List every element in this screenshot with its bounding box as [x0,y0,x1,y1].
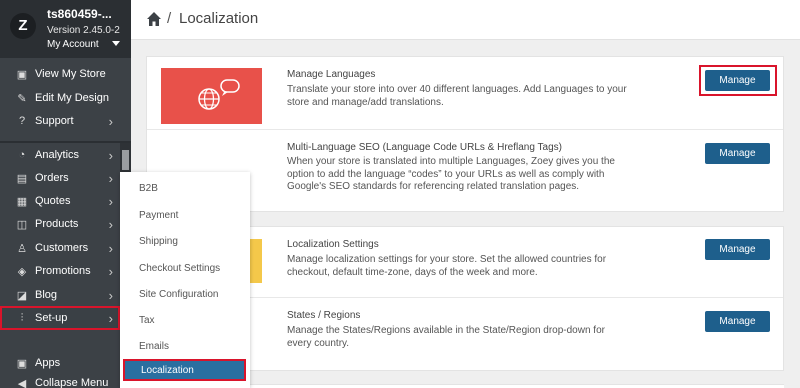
sidebar-item-label: Support [35,115,74,127]
sidebar-item-label: Orders [35,172,69,184]
top-header: / Localization [131,0,800,40]
breadcrumb-separator: / [167,10,172,27]
sidebar-item-apps[interactable]: ▣ Apps [0,352,120,374]
home-icon[interactable] [146,11,162,27]
orders-icon: ▤ [16,172,28,185]
submenu-item-site-configuration[interactable]: Site Configuration [139,289,219,300]
sidebar-item-orders[interactable]: ▤ Orders › [0,167,120,189]
submenu-item-label: Localization [141,365,194,376]
sidebar-item-setup[interactable]: ⫶ Set-up › [0,307,120,329]
store-icon: ▣ [16,68,28,81]
chevron-right-icon: › [108,148,113,163]
submenu-item-checkout-settings[interactable]: Checkout Settings [139,263,220,274]
sidebar-item-customers[interactable]: ♙ Customers › [0,237,120,259]
sidebar-item-collapse-menu[interactable]: ◀ Collapse Menu [0,372,120,388]
sidebar-item-label: Edit My Design [35,92,109,104]
chevron-right-icon: › [108,264,113,279]
sidebar-item-label: Promotions [35,265,91,277]
setup-submenu: B2B Payment Shipping Checkout Settings S… [120,172,250,388]
sidebar-item-analytics[interactable]: ◔ Analytics › [0,144,120,166]
localization-settings-description: Manage localization settings for your st… [287,254,607,278]
sidebar-item-view-my-store[interactable]: ▣ View My Store [0,63,120,85]
sidebar-item-quotes[interactable]: ▦ Quotes › [0,190,120,212]
sliders-icon: ⫶ [20,311,24,324]
sidebar-item-promotions[interactable]: ◈ Promotions › [0,260,120,282]
box-icon: ◫ [16,218,28,231]
quotes-icon: ▦ [16,195,28,208]
sidebar-item-support[interactable]: ? Support › [0,110,120,132]
chevron-right-icon: › [108,288,113,303]
account-header[interactable]: Z ts860459-... Version 2.45.0-2 My Accou… [0,0,131,58]
chevron-right-icon: › [108,311,113,326]
sidebar-divider [0,141,131,143]
collapse-icon: ◀ [17,377,27,388]
sidebar-item-label: View My Store [35,68,106,80]
states-regions-title: States / Regions [287,310,361,321]
tag-icon: ◈ [17,265,27,278]
states-regions-description: Manage the States/Regions available in t… [287,325,605,349]
submenu-item-emails[interactable]: Emails [139,341,169,352]
manage-regions-button[interactable]: Manage [705,311,770,332]
multilanguage-seo-description: When your store is translated into multi… [287,156,615,192]
chevron-right-icon: › [108,171,113,186]
sidebar-item-label: Quotes [35,195,71,207]
sidebar-item-label: Set-up [35,312,68,324]
my-account-link[interactable]: My Account [47,39,99,50]
manage-languages-description: Translate your store into over 40 differ… [287,84,627,108]
pencil-icon: ✎ [17,92,27,105]
chevron-right-icon: › [108,241,113,256]
store-name: ts860459-... [47,7,112,21]
submenu-item-payment[interactable]: Payment [139,210,178,221]
submenu-item-localization[interactable]: Localization [123,359,246,381]
sidebar: Z ts860459-... Version 2.45.0-2 My Accou… [0,0,131,388]
caret-down-icon[interactable] [112,41,120,46]
chevron-right-icon: › [108,194,113,209]
user-icon: ♙ [17,242,27,255]
blog-icon: ◪ [16,289,28,302]
manage-seo-button[interactable]: Manage [705,143,770,164]
version-label: Version 2.45.0-2 [47,25,120,36]
scrollbar-thumb[interactable] [122,150,129,170]
help-icon: ? [18,115,26,127]
manage-languages-row: Manage Languages Translate your store in… [147,57,783,129]
apps-icon: ▣ [16,357,28,370]
page-title: Localization [179,10,259,27]
sidebar-item-products[interactable]: ◫ Products › [0,213,120,235]
manage-languages-title: Manage Languages [287,69,376,80]
chevron-right-icon: › [108,217,113,232]
submenu-item-b2b[interactable]: B2B [139,183,158,194]
globe-chat-banner [161,68,262,124]
multilanguage-seo-title: Multi-Language SEO (Language Code URLs &… [287,142,562,153]
submenu-item-shipping[interactable]: Shipping [139,236,178,247]
zoey-logo: Z [10,13,36,39]
localization-settings-title: Localization Settings [287,239,379,250]
manage-languages-button[interactable]: Manage [705,70,770,91]
sidebar-item-label: Analytics [35,149,80,161]
sidebar-item-label: Collapse Menu [35,377,109,388]
manage-settings-button[interactable]: Manage [705,239,770,260]
sidebar-item-edit-my-design[interactable]: ✎ Edit My Design [0,87,120,109]
pie-chart-icon: ◔ [18,149,26,161]
submenu-item-tax[interactable]: Tax [139,315,155,326]
sidebar-item-blog[interactable]: ◪ Blog › [0,284,120,306]
sidebar-item-label: Customers [35,242,89,254]
sidebar-item-label: Products [35,218,79,230]
chevron-right-icon: › [108,114,113,129]
sidebar-item-label: Blog [35,289,58,301]
sidebar-item-label: Apps [35,357,61,369]
